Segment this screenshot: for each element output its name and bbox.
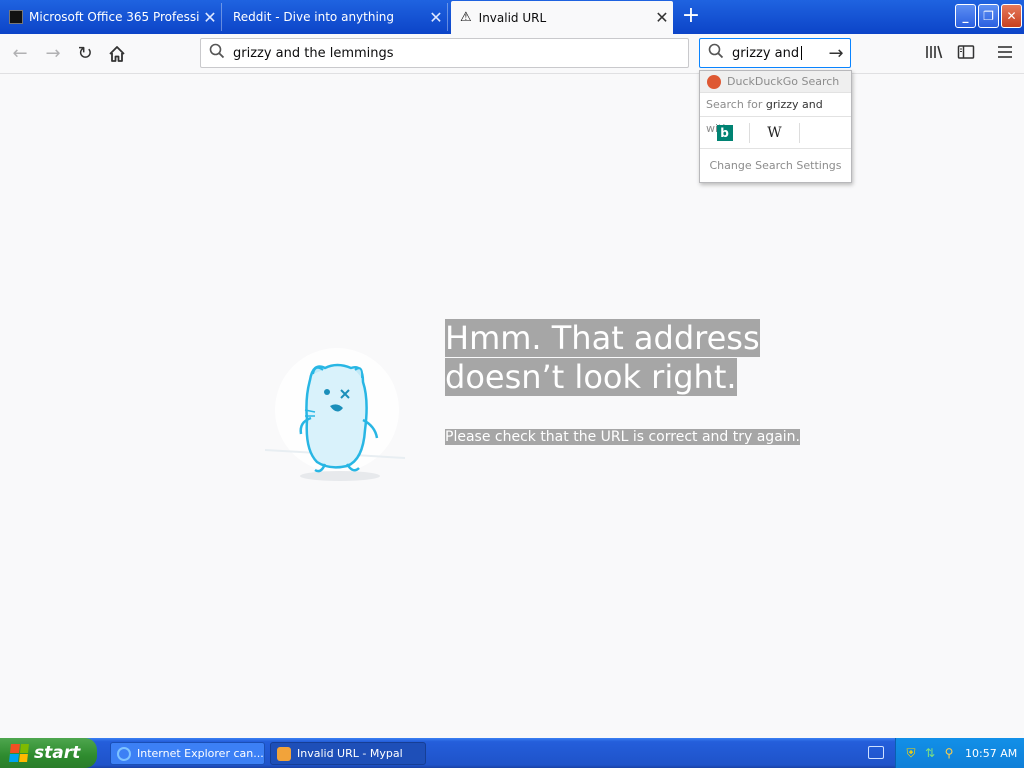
search-icon: [201, 43, 233, 63]
search-tray-icon[interactable]: ⚲: [942, 746, 956, 760]
tab-office365[interactable]: Microsoft Office 365 Professional P ✕: [0, 3, 222, 31]
home-icon: [109, 46, 125, 62]
new-tab-button[interactable]: +: [678, 5, 704, 29]
search-bar[interactable]: grizzy and →: [699, 38, 851, 68]
error-title-line2: doesn’t look right.: [445, 358, 737, 396]
minimize-icon: _: [962, 9, 969, 23]
sidebar-icon: [957, 45, 975, 59]
taskbar-item-label: Internet Explorer can...: [137, 747, 264, 760]
search-input-text: grizzy and: [732, 46, 822, 61]
url-text: grizzy and the lemmings: [233, 45, 394, 61]
search-query: grizzy and: [732, 45, 800, 61]
tab-close-icon[interactable]: ✕: [199, 8, 221, 27]
duckduckgo-icon: [707, 74, 721, 89]
confused-mascot-illustration: [265, 348, 406, 481]
hamburger-menu-icon: [998, 46, 1012, 58]
url-bar[interactable]: grizzy and the lemmings: [200, 38, 689, 68]
reload-icon: ↻: [77, 43, 93, 64]
tab-invalid-url[interactable]: ⚠ Invalid URL ✕: [451, 1, 673, 34]
change-search-settings-button[interactable]: Change Search Settings: [700, 149, 851, 183]
minimize-button[interactable]: _: [955, 4, 976, 28]
library-icon: [926, 45, 943, 59]
system-tray: ⛨ ⇅ ⚲ 10:57 AM: [895, 738, 1024, 768]
arrow-right-icon: →: [828, 42, 844, 64]
tab-title: Reddit - Dive into anything: [233, 10, 395, 24]
arrow-left-icon: ←: [12, 43, 28, 64]
reload-button[interactable]: ↻: [71, 40, 99, 68]
back-button[interactable]: ←: [6, 40, 34, 68]
tab-close-icon[interactable]: ✕: [651, 8, 673, 27]
error-description-text: Please check that the URL is correct and…: [445, 429, 800, 445]
restore-icon: ❐: [983, 9, 994, 23]
home-button[interactable]: [103, 40, 131, 68]
tab-title: Microsoft Office 365 Professional P: [29, 10, 199, 24]
clock: 10:57 AM: [965, 746, 1018, 760]
tab-strip: Microsoft Office 365 Professional P ✕ Re…: [0, 0, 1024, 34]
tab-title: Invalid URL: [478, 10, 547, 25]
search-icon: [700, 43, 732, 63]
windows-logo-icon: [9, 744, 29, 762]
close-button[interactable]: ✕: [1001, 4, 1022, 28]
tab-reddit[interactable]: Reddit - Dive into anything ✕: [224, 3, 448, 31]
warning-icon: ⚠: [460, 10, 472, 25]
office-favicon-icon: [9, 10, 23, 24]
security-shield-icon[interactable]: ⛨: [904, 746, 918, 760]
search-for-term: grizzy and: [765, 98, 823, 111]
restore-button[interactable]: ❐: [978, 4, 999, 28]
sidebar-button[interactable]: [955, 44, 977, 64]
search-go-button[interactable]: →: [822, 43, 850, 64]
bing-icon: b: [716, 124, 733, 141]
text-caret: [801, 46, 803, 60]
tab-close-icon[interactable]: ✕: [425, 8, 447, 27]
taskbar-item-mypal[interactable]: Invalid URL - Mypal: [270, 742, 426, 765]
error-title: Hmm. That address doesn’t look right.: [445, 319, 760, 397]
taskbar-item-label: Invalid URL - Mypal: [297, 747, 403, 760]
error-description: Please check that the URL is correct and…: [445, 428, 800, 446]
network-icon[interactable]: ⇅: [923, 746, 937, 760]
ie-icon: [117, 746, 131, 761]
wikipedia-icon: W: [767, 124, 782, 141]
bing-engine-button[interactable]: b: [700, 122, 750, 143]
start-button[interactable]: start: [0, 738, 97, 768]
menu-button[interactable]: [994, 44, 1016, 64]
error-title-line1: Hmm. That address: [445, 319, 760, 357]
search-for-line: Search for grizzy and with:: [700, 93, 851, 135]
navigation-toolbar: ← → ↻ grizzy and the lemmings grizzy and…: [0, 34, 1024, 74]
taskbar-item-internet-explorer[interactable]: Internet Explorer can...: [110, 742, 265, 765]
search-for-prefix: Search for: [706, 98, 763, 111]
library-button[interactable]: [923, 44, 945, 64]
taskbar: start Internet Explorer can... Invalid U…: [0, 738, 1024, 768]
arrow-right-icon: →: [45, 43, 61, 64]
current-engine-header: DuckDuckGo Search: [700, 71, 851, 93]
forward-button[interactable]: →: [39, 40, 67, 68]
one-off-engines: b W: [700, 117, 851, 149]
close-icon: ✕: [1006, 9, 1017, 23]
start-label: start: [34, 743, 81, 763]
current-engine-label: DuckDuckGo Search: [727, 75, 840, 88]
keyboard-icon[interactable]: [868, 746, 884, 759]
wikipedia-engine-button[interactable]: W: [750, 122, 800, 143]
mypal-icon: [277, 746, 291, 761]
search-dropdown: DuckDuckGo Search Search for grizzy and …: [699, 70, 852, 183]
